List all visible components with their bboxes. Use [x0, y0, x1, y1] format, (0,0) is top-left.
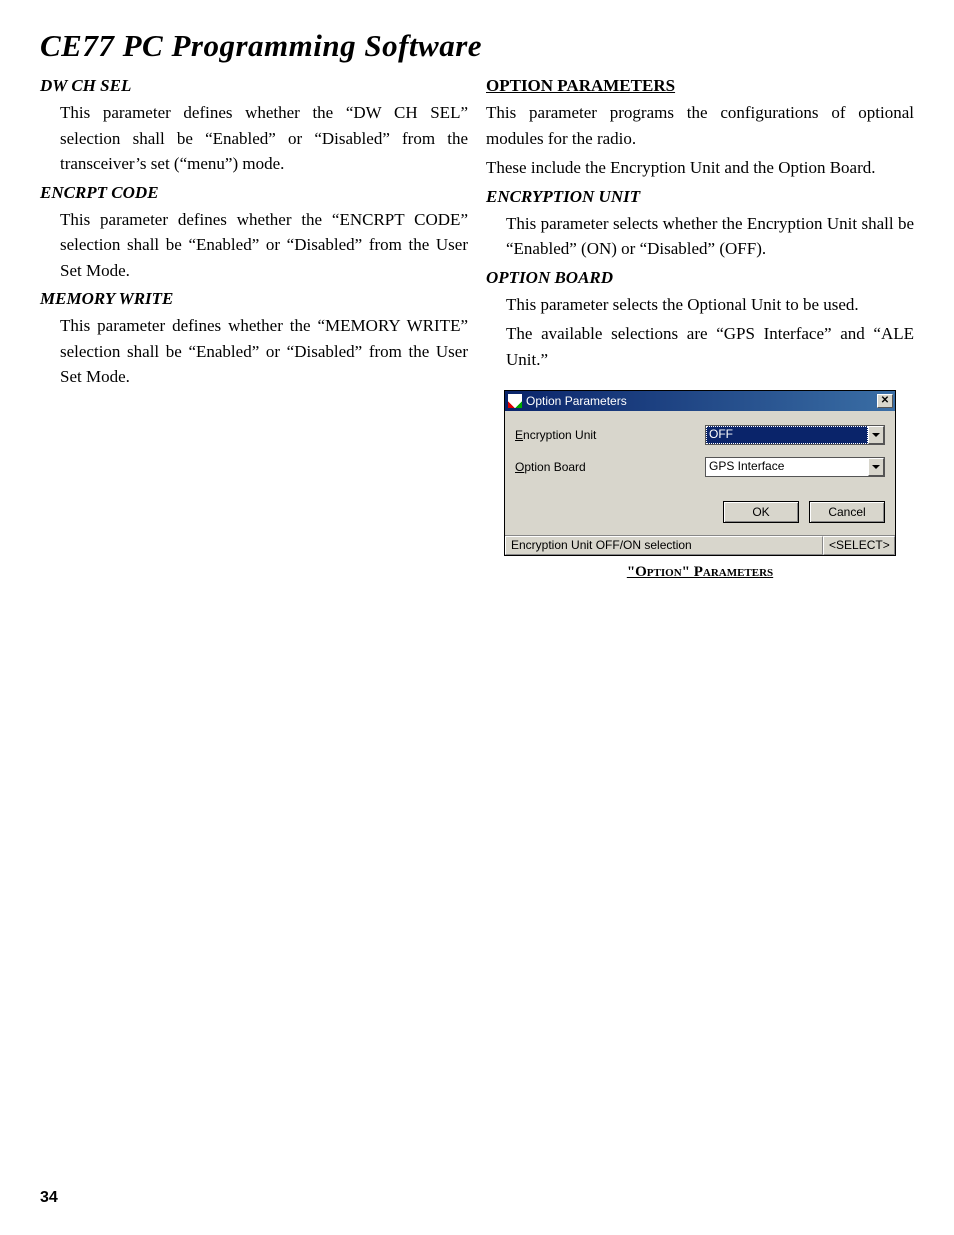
row-encryption-unit: Encryption Unit OFF	[515, 425, 885, 445]
combo-encryption-unit-value: OFF	[706, 426, 868, 444]
status-mode: <SELECT>	[823, 536, 895, 555]
chevron-down-icon[interactable]	[868, 458, 884, 476]
page-number: 34	[40, 1189, 58, 1207]
content-columns: DW CH SEL This parameter defines whether…	[0, 70, 954, 587]
heading-dw-ch-sel: DW CH SEL	[40, 76, 468, 96]
dialog-body: Encryption Unit OFF Option Board GPS Int…	[505, 411, 895, 495]
heading-encrpt-code: ENCRPT CODE	[40, 183, 468, 203]
combo-option-board[interactable]: GPS Interface	[705, 457, 885, 477]
body-encrpt-code: This parameter defines whether the “ENCR…	[40, 207, 468, 284]
ok-button[interactable]: OK	[723, 501, 799, 523]
combo-encryption-unit[interactable]: OFF	[705, 425, 885, 445]
body-option-board-2: The available selections are “GPS Interf…	[486, 321, 914, 372]
close-button[interactable]: ✕	[877, 394, 893, 408]
body-memory-write: This parameter defines whether the “MEMO…	[40, 313, 468, 390]
label-encryption-unit: Encryption Unit	[515, 428, 705, 442]
heading-memory-write: MEMORY WRITE	[40, 289, 468, 309]
heading-option-parameters: OPTION PARAMETERS	[486, 76, 914, 96]
combo-option-board-value: GPS Interface	[706, 458, 868, 476]
chevron-down-icon[interactable]	[868, 426, 884, 444]
dialog-titlebar[interactable]: Option Parameters ✕	[505, 391, 895, 411]
left-column: DW CH SEL This parameter defines whether…	[40, 70, 468, 587]
status-text: Encryption Unit OFF/ON selection	[505, 536, 823, 555]
dialog-screenshot: Option Parameters ✕ Encryption Unit OFF …	[504, 390, 896, 581]
heading-option-board: OPTION BOARD	[486, 268, 914, 288]
body-option-board-1: This parameter selects the Optional Unit…	[486, 292, 914, 318]
page-title: CE77 PC Programming Software	[0, 0, 954, 70]
body-encryption-unit: This parameter selects whether the Encry…	[486, 211, 914, 262]
figure-caption: "Option" Parameters	[504, 564, 896, 581]
body-option-intro2: These include the Encryption Unit and th…	[486, 155, 914, 181]
row-option-board: Option Board GPS Interface	[515, 457, 885, 477]
window-icon	[508, 394, 522, 408]
dialog-button-row: OK Cancel	[505, 495, 895, 535]
dialog-statusbar: Encryption Unit OFF/ON selection <SELECT…	[505, 535, 895, 555]
body-option-intro1: This parameter programs the configuratio…	[486, 100, 914, 151]
right-column: OPTION PARAMETERS This parameter program…	[486, 70, 914, 587]
cancel-button[interactable]: Cancel	[809, 501, 885, 523]
body-dw-ch-sel: This parameter defines whether the “DW C…	[40, 100, 468, 177]
option-parameters-dialog: Option Parameters ✕ Encryption Unit OFF …	[504, 390, 896, 556]
heading-encryption-unit: ENCRYPTION UNIT	[486, 187, 914, 207]
label-option-board: Option Board	[515, 460, 705, 474]
dialog-title-text: Option Parameters	[526, 394, 877, 408]
